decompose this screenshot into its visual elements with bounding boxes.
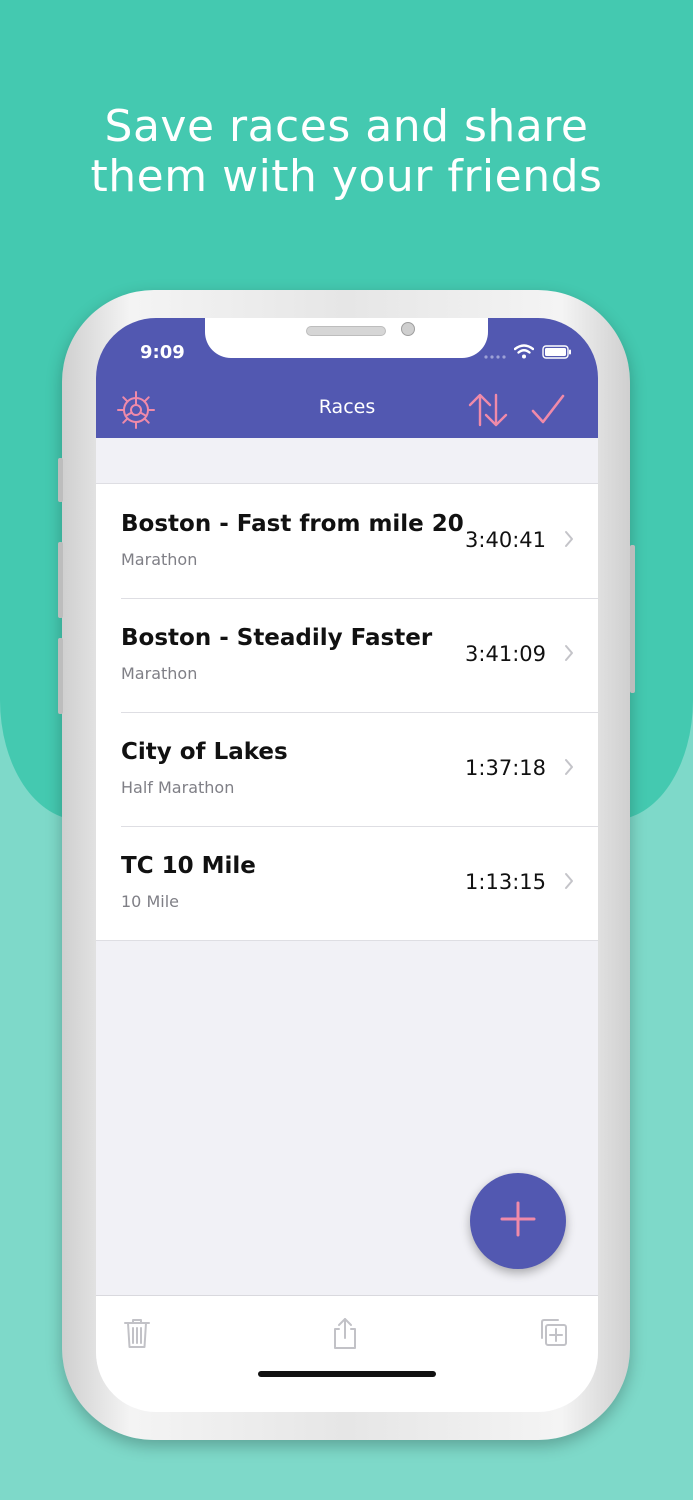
chevron-right-icon xyxy=(564,758,574,780)
list-item[interactable]: Boston - Fast from mile 20 Marathon 3:40… xyxy=(96,484,598,598)
race-name: TC 10 Mile xyxy=(121,853,256,879)
status-time: 9:09 xyxy=(140,342,185,363)
plus-icon xyxy=(498,1199,538,1243)
race-type: Marathon xyxy=(121,550,198,569)
race-list: Boston - Fast from mile 20 Marathon 3:40… xyxy=(96,483,598,941)
duplicate-icon[interactable] xyxy=(536,1316,570,1354)
home-indicator[interactable] xyxy=(258,1371,436,1377)
signal-icon xyxy=(484,344,506,363)
headline: Save races and share them with your frie… xyxy=(0,102,693,202)
phone-screen: 9:09 Races Boston - Fast from mile 20 Ma… xyxy=(96,318,598,1412)
list-item[interactable]: City of Lakes Half Marathon 1:37:18 xyxy=(96,712,598,826)
earpiece-speaker xyxy=(306,326,386,336)
chevron-right-icon xyxy=(564,530,574,552)
front-camera xyxy=(401,322,415,336)
trash-icon[interactable] xyxy=(122,1316,152,1354)
race-name: Boston - Steadily Faster xyxy=(121,625,433,651)
power-button xyxy=(630,545,635,693)
race-name: Boston - Fast from mile 20 xyxy=(121,511,464,537)
race-time: 3:40:41 xyxy=(465,528,546,552)
race-type: Marathon xyxy=(121,664,198,683)
list-item[interactable]: Boston - Steadily Faster Marathon 3:41:0… xyxy=(96,598,598,712)
sort-icon[interactable] xyxy=(466,390,510,434)
race-type: Half Marathon xyxy=(121,778,235,797)
chevron-right-icon xyxy=(564,644,574,666)
checkmark-icon[interactable] xyxy=(528,390,568,434)
page-title: Races xyxy=(318,396,376,418)
race-time: 1:37:18 xyxy=(465,756,546,780)
list-item[interactable]: TC 10 Mile 10 Mile 1:13:15 xyxy=(96,826,598,940)
status-icons xyxy=(484,344,572,363)
navigation-bar: Races xyxy=(96,380,598,438)
battery-icon xyxy=(542,344,572,363)
add-race-button[interactable] xyxy=(470,1173,566,1269)
race-time: 3:41:09 xyxy=(465,642,546,666)
share-icon[interactable] xyxy=(330,1316,360,1354)
volume-up-button xyxy=(58,542,63,618)
volume-down-button xyxy=(58,638,63,714)
wifi-icon xyxy=(513,344,535,363)
bottom-toolbar xyxy=(96,1295,598,1412)
race-time: 1:13:15 xyxy=(465,870,546,894)
mute-switch xyxy=(58,458,63,502)
chevron-right-icon xyxy=(564,872,574,894)
device-notch xyxy=(205,318,488,358)
headline-line-2: them with your friends xyxy=(90,151,603,202)
race-type: 10 Mile xyxy=(121,892,179,911)
headline-line-1: Save races and share xyxy=(104,101,589,152)
race-name: City of Lakes xyxy=(121,739,288,765)
